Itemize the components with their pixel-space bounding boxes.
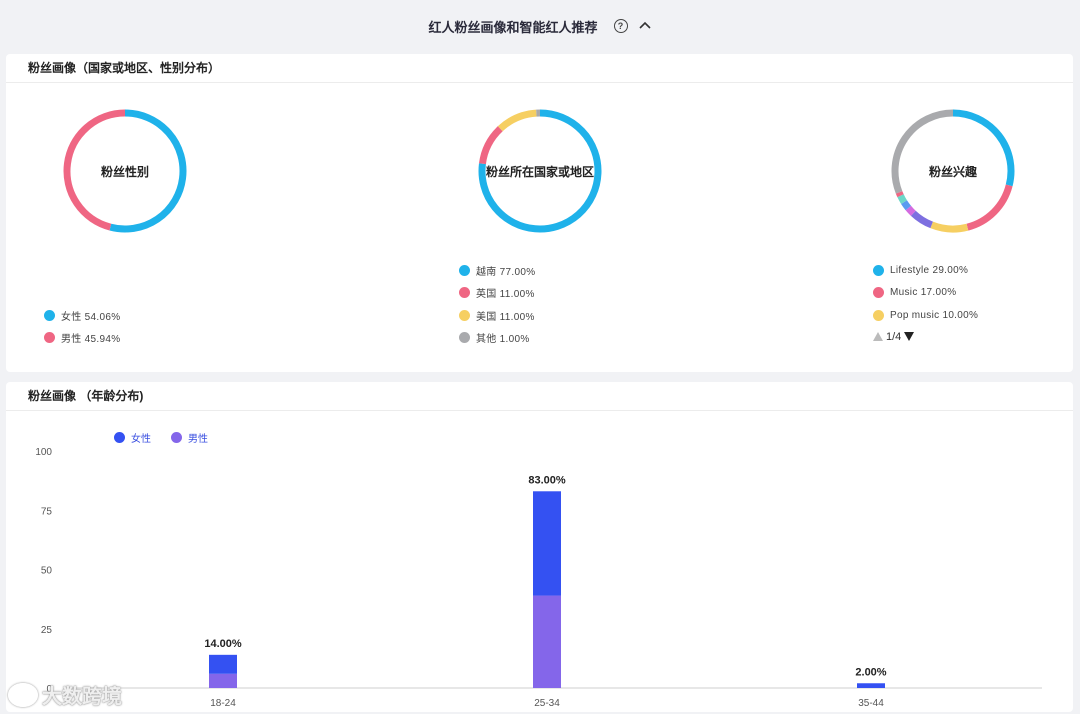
legend-item[interactable]: Lifestyle 29.00% [873, 259, 978, 282]
gender-donut-label: 粉丝性别 [100, 164, 149, 179]
legend-dot [171, 432, 182, 443]
legend-label: 女性 [131, 434, 151, 445]
interest-donut: 粉丝兴趣 [888, 106, 1018, 236]
country-legend: 越南 77.00% 英国 11.00% 美国 11.00% 其他 1.00% [459, 259, 535, 349]
interest-donut-label: 粉丝兴趣 [928, 164, 977, 179]
legend-label: 女性 54.06% [61, 311, 121, 323]
age-chart-legend: 女性 男性 [114, 430, 208, 445]
legend-item[interactable]: 越南 77.00% [459, 259, 535, 282]
watermark-text: 大数跨境 [42, 686, 122, 708]
legend-dot [459, 287, 470, 299]
legend-item[interactable]: 男性 45.94% [44, 327, 120, 350]
legend-dot [873, 264, 884, 276]
pager-text: 1/4 [886, 330, 902, 343]
prev-page-icon[interactable] [873, 332, 883, 341]
legend-item[interactable]: Music 17.00% [873, 282, 978, 305]
watermark-logo-icon [8, 682, 38, 707]
fan-profile-card: 粉丝画像（国家或地区、性别分布） 粉丝性别 女性 54.06% 男性 45.94… [6, 54, 1073, 372]
legend-dot [44, 332, 55, 344]
legend-dot [873, 287, 884, 299]
legend-dot [459, 264, 470, 276]
legend-label: Pop music 10.00% [890, 309, 979, 321]
interest-legend: Lifestyle 29.00% Music 17.00% Pop music … [873, 259, 978, 343]
legend-item[interactable]: 美国 11.00% [459, 304, 535, 327]
age-distribution-card: 粉丝画像 （年龄分布) 女性 男性 [6, 382, 1073, 712]
section-title: 红人粉丝画像和智能红人推荐 [428, 19, 598, 35]
card-title: 粉丝画像 （年龄分布) [6, 382, 1073, 411]
legend-item-female[interactable]: 女性 [114, 430, 151, 445]
legend-label: 其他 1.00% [476, 334, 530, 346]
legend-dot [44, 309, 55, 321]
legend-dot [114, 432, 125, 443]
watermark: 大数跨境 [8, 680, 122, 709]
country-donut: 粉丝所在国家或地区 [475, 106, 605, 236]
legend-label: 英国 11.00% [476, 289, 535, 301]
legend-dot [873, 309, 884, 321]
help-icon[interactable]: ? [613, 19, 628, 33]
card-title: 粉丝画像（国家或地区、性别分布） [6, 54, 1073, 83]
legend-dot [459, 309, 470, 321]
legend-label: 越南 77.00% [476, 266, 536, 278]
chevron-up-icon[interactable] [638, 19, 652, 33]
legend-label: 美国 11.00% [476, 311, 535, 323]
legend-pager: 1/4 [873, 331, 978, 343]
section-header[interactable]: 红人粉丝画像和智能红人推荐 ? [0, 0, 1080, 52]
legend-item[interactable]: Pop music 10.00% [873, 304, 978, 327]
country-donut-label: 粉丝所在国家或地区 [485, 164, 594, 179]
legend-item[interactable]: 其他 1.00% [459, 327, 535, 350]
legend-item-male[interactable]: 男性 [171, 430, 208, 445]
legend-label: Lifestyle 29.00% [890, 264, 969, 276]
legend-item[interactable]: 女性 54.06% [44, 304, 120, 327]
legend-label: 男性 45.94% [61, 334, 121, 346]
gender-legend: 女性 54.06% 男性 45.94% [44, 304, 120, 349]
legend-item[interactable]: 英国 11.00% [459, 282, 535, 305]
gender-donut: 粉丝性别 [60, 106, 190, 236]
legend-label: 男性 [188, 434, 208, 445]
next-page-icon[interactable] [904, 332, 915, 341]
legend-dot [459, 332, 470, 344]
legend-label: Music 17.00% [890, 287, 957, 299]
